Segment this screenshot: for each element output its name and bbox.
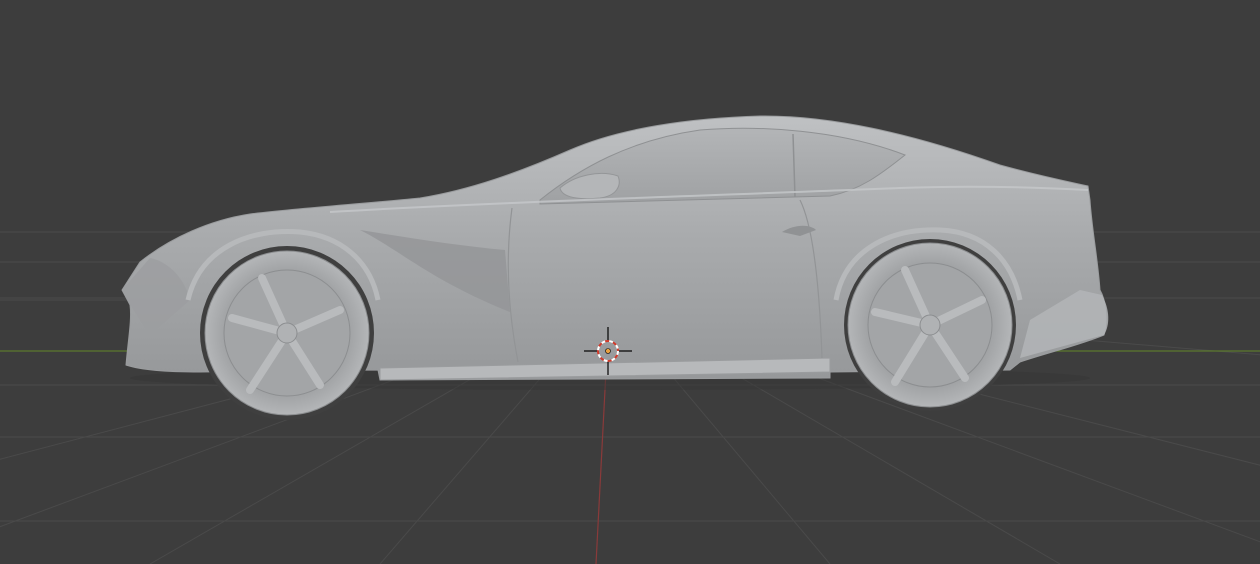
viewport-canvas[interactable] (0, 0, 1260, 564)
front-wheel[interactable] (200, 246, 374, 420)
object-origin-icon (605, 348, 611, 354)
car-model[interactable] (121, 115, 1109, 420)
3d-viewport[interactable] (0, 0, 1260, 564)
rear-wheel[interactable] (844, 239, 1016, 411)
